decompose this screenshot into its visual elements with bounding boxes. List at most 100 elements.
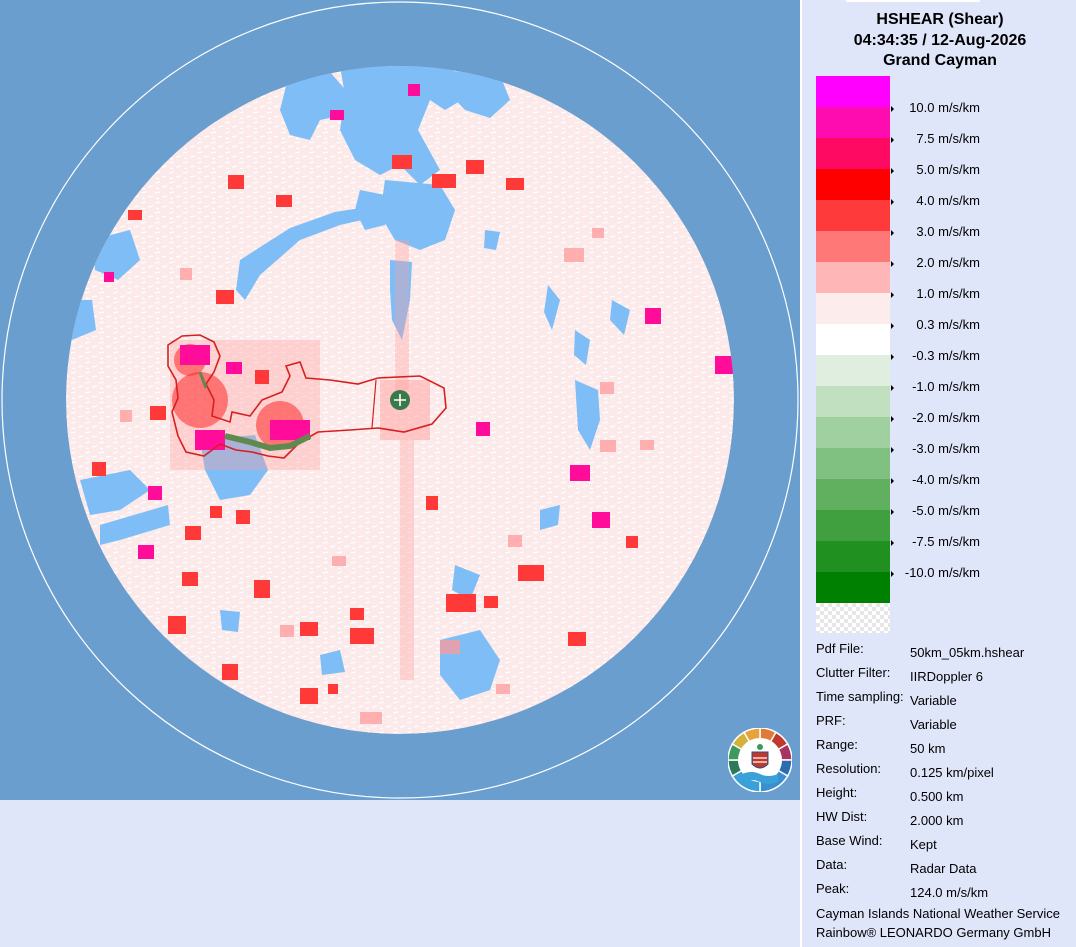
color-scale-swatch <box>816 417 890 448</box>
color-scale-swatch <box>816 572 890 603</box>
info-key: Time sampling: <box>816 689 904 704</box>
scale-tick-marker <box>891 198 894 205</box>
info-key: PRF: <box>816 713 846 728</box>
color-scale-label: 3.0 m/s/km <box>891 224 980 239</box>
info-value: 50 km <box>910 741 946 756</box>
color-scale-label: 1.0 m/s/km <box>891 286 980 301</box>
color-scale-label: 5.0 m/s/km <box>891 162 980 177</box>
scale-label-text: 10.0 m/s/km <box>909 100 980 115</box>
scale-label-text: -2.0 m/s/km <box>912 410 980 425</box>
info-value: Variable <box>910 693 957 708</box>
below-map-area <box>0 800 800 947</box>
scale-tick-marker <box>891 291 894 298</box>
scale-label-text: -4.0 m/s/km <box>912 472 980 487</box>
color-scale-label: 0.3 m/s/km <box>891 317 980 332</box>
color-scale-swatch <box>816 510 890 541</box>
color-scale-label: -5.0 m/s/km <box>891 503 980 518</box>
scale-tick-marker <box>891 167 894 174</box>
scale-label-text: 1.0 m/s/km <box>916 286 980 301</box>
scale-tick-marker <box>891 353 894 360</box>
scale-tick-marker <box>891 508 894 515</box>
info-key: Height: <box>816 785 858 800</box>
legend-panel: HSHEAR (Shear) 04:34:35 / 12-Aug-2026 Gr… <box>800 0 1076 947</box>
scale-tick-marker <box>891 322 894 329</box>
info-key: Pdf File: <box>816 641 864 656</box>
color-scale-label: -2.0 m/s/km <box>891 410 980 425</box>
scale-label-text: -10.0 m/s/km <box>904 565 980 580</box>
info-value: 50km_05km.hshear <box>910 645 1025 660</box>
info-key: Range: <box>816 737 858 752</box>
color-scale-swatch <box>816 386 890 417</box>
scale-tick-marker <box>891 105 894 112</box>
scale-label-text: 4.0 m/s/km <box>916 193 980 208</box>
no-data-swatch <box>816 603 890 633</box>
radar-map[interactable] <box>0 0 800 800</box>
info-key: Clutter Filter: <box>816 665 891 680</box>
info-key: Base Wind: <box>816 833 883 848</box>
info-value: 0.500 km <box>910 789 964 804</box>
weather-service-emblem <box>728 728 792 792</box>
scale-label-text: -1.0 m/s/km <box>912 379 980 394</box>
color-scale-swatch <box>816 231 890 262</box>
scale-tick-marker <box>891 384 894 391</box>
scale-tick-marker <box>891 415 894 422</box>
scale-label-text: -3.0 m/s/km <box>912 441 980 456</box>
color-scale-label: -3.0 m/s/km <box>891 441 980 456</box>
info-value: 124.0 m/s/km <box>910 885 989 900</box>
panel-top-line <box>846 0 980 2</box>
info-value: Radar Data <box>910 861 977 876</box>
color-scale-label: -1.0 m/s/km <box>891 379 980 394</box>
scale-label-text: 0.3 m/s/km <box>916 317 980 332</box>
scale-tick-marker <box>891 477 894 484</box>
color-scale-swatch <box>816 541 890 572</box>
color-scale-swatch <box>816 107 890 138</box>
color-scale-swatch <box>816 169 890 200</box>
scale-label-text: 5.0 m/s/km <box>916 162 980 177</box>
info-value: 0.125 km/pixel <box>910 765 994 780</box>
scale-tick-marker <box>891 229 894 236</box>
color-scale-swatch <box>816 448 890 479</box>
color-scale-swatch <box>816 479 890 510</box>
product-title: HSHEAR (Shear) <box>876 11 1004 28</box>
color-scale-label: 7.5 m/s/km <box>891 131 980 146</box>
scale-label-text: -5.0 m/s/km <box>912 503 980 518</box>
info-value: Kept <box>910 837 937 852</box>
scale-label-text: 2.0 m/s/km <box>916 255 980 270</box>
color-scale <box>816 76 890 633</box>
scale-label-text: 7.5 m/s/km <box>916 131 980 146</box>
color-scale-swatch <box>816 138 890 169</box>
scale-tick-marker <box>891 136 894 143</box>
scale-tick-marker <box>891 260 894 267</box>
info-key: Resolution: <box>816 761 882 776</box>
color-scale-swatch <box>816 262 890 293</box>
color-scale-swatch <box>816 293 890 324</box>
info-key: HW Dist: <box>816 809 868 824</box>
scale-label-text: -0.3 m/s/km <box>912 348 980 363</box>
radar-site-marker <box>390 390 410 410</box>
radar-map-canvas <box>1 1 799 799</box>
color-scale-swatch <box>816 324 890 355</box>
color-scale-swatch <box>816 200 890 231</box>
scale-tick-marker <box>891 446 894 453</box>
color-scale-label: 10.0 m/s/km <box>891 100 980 115</box>
scale-label-text: -7.5 m/s/km <box>912 534 980 549</box>
info-value: 2.000 km <box>910 813 964 828</box>
scale-tick-marker <box>891 570 894 577</box>
color-scale-label: 4.0 m/s/km <box>891 193 980 208</box>
info-key: Data: <box>816 857 848 872</box>
info-key: Peak: <box>816 881 850 896</box>
info-value: Variable <box>910 717 957 732</box>
scale-tick-marker <box>891 539 894 546</box>
color-scale-swatch <box>816 355 890 386</box>
color-scale-label: -7.5 m/s/km <box>891 534 980 549</box>
credit-line-rainbow: Rainbow® LEONARDO Germany GmbH <box>816 925 1051 940</box>
credit-line-weather-service: Cayman Islands National Weather Service <box>816 906 1060 921</box>
color-scale-label: -0.3 m/s/km <box>891 348 980 363</box>
site-name: Grand Cayman <box>883 52 997 69</box>
color-scale-label: -4.0 m/s/km <box>891 472 980 487</box>
info-value: IIRDoppler 6 <box>910 669 983 684</box>
color-scale-label: 2.0 m/s/km <box>891 255 980 270</box>
color-scale-label: -10.0 m/s/km <box>891 565 980 580</box>
scale-label-text: 3.0 m/s/km <box>916 224 980 239</box>
color-scale-swatch <box>816 76 890 107</box>
